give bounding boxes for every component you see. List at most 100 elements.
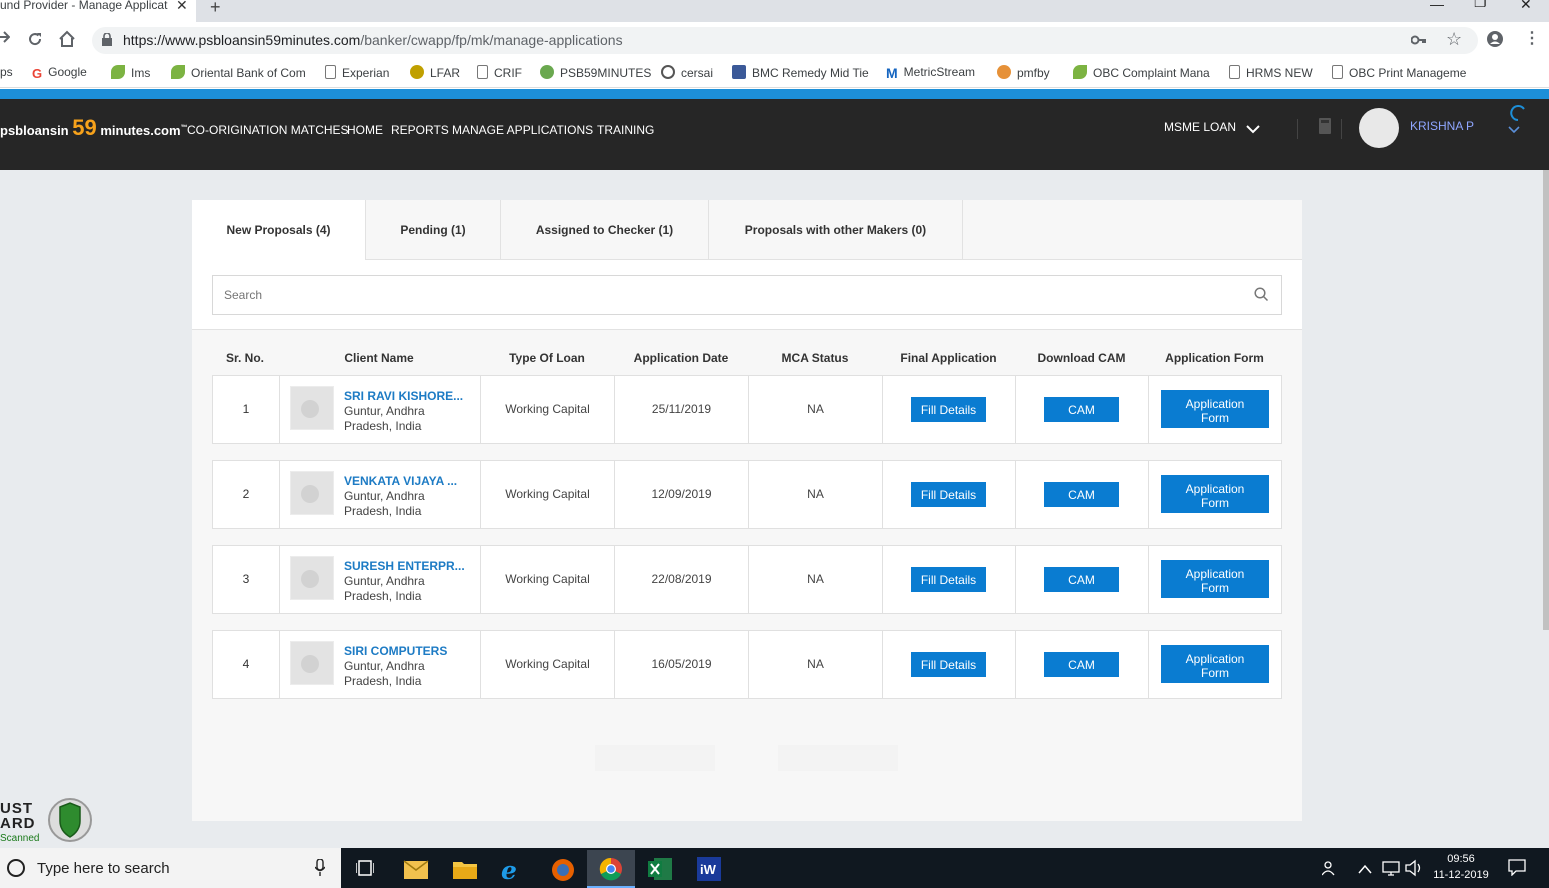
- search-icon[interactable]: [1254, 287, 1269, 307]
- home-icon[interactable]: [58, 30, 76, 53]
- tab-proposals-other-makers[interactable]: Proposals with other Makers (0): [709, 200, 963, 260]
- application-form-button[interactable]: Application Form: [1161, 560, 1269, 598]
- cortana-icon: [6, 858, 26, 883]
- table-row: 1 SRI RAVI KISHORE... Guntur, Andhra Pra…: [212, 375, 1282, 444]
- bookmark-metricstream[interactable]: M MetricStream: [886, 65, 975, 81]
- minimize-icon[interactable]: —: [1430, 0, 1444, 12]
- site-logo[interactable]: psbloansin 59 minutes.com™: [0, 115, 188, 141]
- network-icon[interactable]: [1382, 860, 1400, 881]
- application-date: 12/09/2019: [651, 487, 712, 501]
- bookmark-apps[interactable]: ps: [0, 65, 13, 79]
- reload-icon[interactable]: [27, 31, 43, 52]
- cam-button[interactable]: CAM: [1044, 397, 1119, 422]
- fill-details-button[interactable]: Fill Details: [911, 397, 986, 422]
- app-form-cell: Application Form: [1149, 461, 1282, 528]
- cam-button[interactable]: CAM: [1044, 482, 1119, 507]
- final-app-cell: Fill Details: [883, 376, 1016, 443]
- tab-pending[interactable]: Pending (1): [366, 200, 501, 260]
- page-icon: [1332, 65, 1343, 79]
- close-tab-icon[interactable]: ✕: [176, 0, 188, 12]
- browser-tab-strip: und Provider - Manage Applicat ✕ + — ❐ ✕: [0, 0, 1549, 22]
- chevron-up-icon[interactable]: [1358, 861, 1372, 879]
- fill-details-button[interactable]: Fill Details: [911, 567, 986, 592]
- bookmark-hrms-new[interactable]: HRMS NEW: [1229, 65, 1313, 80]
- excel-icon: [648, 858, 672, 885]
- nav-co-origination-matches[interactable]: CO-ORIGINATION MATCHES: [187, 123, 349, 137]
- bookmark-cersai[interactable]: cersai: [661, 65, 713, 80]
- chevron-down-icon[interactable]: [1246, 121, 1260, 139]
- cam-button[interactable]: CAM: [1044, 652, 1119, 677]
- tab-new-proposals[interactable]: New Proposals (4): [192, 200, 366, 261]
- volume-icon[interactable]: [1405, 859, 1423, 882]
- bookmark-lfar[interactable]: LFAR: [410, 65, 460, 80]
- taskbar-chrome[interactable]: [587, 850, 635, 888]
- browser-tab[interactable]: und Provider - Manage Applicat ✕: [0, 0, 196, 22]
- client-address-line2: Pradesh, India: [344, 589, 422, 603]
- loan-type-dropdown[interactable]: MSME LOAN: [1164, 120, 1236, 134]
- notifications-icon[interactable]: [1508, 859, 1526, 881]
- nav-reports[interactable]: REPORTS: [391, 123, 449, 137]
- browser-menu-icon[interactable]: ⋮: [1524, 28, 1540, 48]
- bookmark-crif[interactable]: CRIF: [477, 65, 522, 80]
- leaf-icon: [171, 65, 185, 79]
- user-name[interactable]: KRISHNA P: [1410, 119, 1474, 133]
- nav-manage-applications[interactable]: MANAGE APPLICATIONS: [452, 123, 593, 137]
- sr-no: 2: [242, 487, 250, 501]
- taskbar-file-explorer[interactable]: [440, 850, 488, 888]
- restore-icon[interactable]: ❐: [1474, 0, 1487, 11]
- taskbar-search-box[interactable]: Type here to search: [0, 848, 341, 888]
- close-window-icon[interactable]: ✕: [1520, 0, 1532, 13]
- client-cell: SRI RAVI KISHORE... Guntur, Andhra Prade…: [280, 376, 481, 443]
- bookmark-google[interactable]: G Google: [32, 65, 87, 81]
- tab-assigned-to-checker[interactable]: Assigned to Checker (1): [501, 200, 709, 260]
- bookmark-ims[interactable]: Ims: [111, 65, 150, 80]
- client-name-link[interactable]: SIRI COMPUTERS: [344, 644, 447, 658]
- bookmark-experian[interactable]: Experian: [325, 65, 389, 80]
- application-form-button[interactable]: Application Form: [1161, 475, 1269, 513]
- task-view-icon[interactable]: [355, 860, 375, 881]
- microphone-icon[interactable]: [314, 858, 326, 881]
- key-icon[interactable]: [1410, 32, 1427, 50]
- search-input[interactable]: [212, 275, 1282, 315]
- header-divider: [1297, 119, 1298, 139]
- nav-home[interactable]: HOME: [347, 123, 383, 137]
- bookmark-oriental-bank[interactable]: Oriental Bank of Com: [171, 65, 306, 80]
- loan-type-cell: Working Capital: [481, 376, 615, 443]
- final-app-cell: Fill Details: [883, 631, 1016, 698]
- application-form-button[interactable]: Application Form: [1161, 390, 1269, 428]
- m-icon: M: [886, 65, 898, 81]
- system-clock[interactable]: 09:56 11-12-2019: [1430, 851, 1492, 883]
- fill-details-button[interactable]: Fill Details: [911, 482, 986, 507]
- nav-training[interactable]: TRAINING: [597, 123, 654, 137]
- column-header-sr-no: Sr. No.: [225, 351, 264, 365]
- proposal-tabs: New Proposals (4) Pending (1) Assigned t…: [192, 200, 1302, 261]
- new-tab-button[interactable]: +: [210, 0, 221, 18]
- bookmark-pmfby[interactable]: pmfby: [997, 65, 1050, 80]
- taskbar-excel[interactable]: [636, 850, 684, 888]
- taskbar-firefox[interactable]: [538, 850, 586, 888]
- application-form-button[interactable]: Application Form: [1161, 645, 1269, 683]
- star-icon[interactable]: ☆: [1446, 29, 1462, 50]
- lock-icon[interactable]: [102, 32, 112, 51]
- client-name-link[interactable]: VENKATA VIJAYA ...: [344, 474, 457, 488]
- bookmark-psb59minutes[interactable]: PSB59MINUTES: [540, 65, 651, 80]
- page-scrollbar[interactable]: [1543, 170, 1549, 630]
- forward-icon[interactable]: [0, 30, 11, 49]
- column-header-application-date: Application Date: [633, 351, 729, 365]
- trustguard-badge[interactable]: UST ARD Scanned: [0, 797, 95, 847]
- bookmark-bmc-remedy[interactable]: BMC Remedy Mid Tie: [732, 65, 869, 80]
- user-avatar[interactable]: [1359, 108, 1399, 148]
- fill-details-button[interactable]: Fill Details: [911, 652, 986, 677]
- bookmark-obc-complaint[interactable]: OBC Complaint Mana: [1073, 65, 1210, 80]
- taskbar-outlook[interactable]: [391, 850, 439, 888]
- people-icon[interactable]: [1321, 860, 1338, 881]
- taskbar-iw-app[interactable]: iW: [685, 850, 733, 888]
- client-name-link[interactable]: SRI RAVI KISHORE...: [344, 389, 463, 403]
- calculator-icon[interactable]: [1319, 118, 1331, 139]
- profile-icon[interactable]: [1486, 30, 1504, 53]
- bookmark-obc-print[interactable]: OBC Print Manageme: [1332, 65, 1466, 80]
- taskbar-internet-explorer[interactable]: e: [489, 850, 537, 888]
- cam-button[interactable]: CAM: [1044, 567, 1119, 592]
- client-name-link[interactable]: SURESH ENTERPR...: [344, 559, 465, 573]
- client-address-line2: Pradesh, India: [344, 674, 422, 688]
